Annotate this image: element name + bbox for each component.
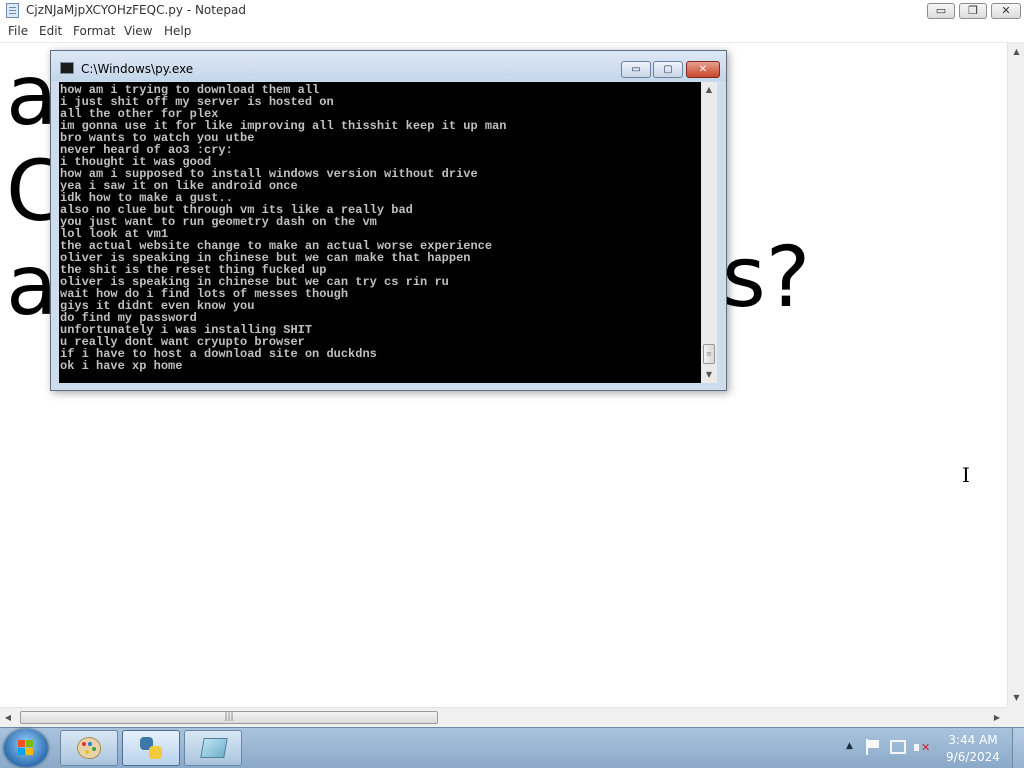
- console-maximize-button[interactable]: ▢: [653, 61, 683, 78]
- action-center-flag-icon[interactable]: [866, 739, 880, 755]
- horizontal-scroll-thumb[interactable]: |||: [20, 711, 438, 724]
- scroll-left-arrow-icon[interactable]: ◀: [0, 708, 16, 728]
- taskbar-button-notepad[interactable]: [184, 730, 242, 766]
- menu-help[interactable]: Help: [164, 24, 191, 38]
- console-window-title: C:\Windows\py.exe: [81, 62, 194, 76]
- ibeam-cursor-icon: I: [962, 463, 970, 487]
- menu-file[interactable]: File: [8, 24, 28, 38]
- notepad-close-button[interactable]: ✕: [991, 3, 1021, 19]
- notepad-restore-button[interactable]: ❐: [959, 3, 987, 19]
- clock-time[interactable]: 3:44 AM: [938, 733, 1008, 747]
- start-button[interactable]: [4, 729, 48, 767]
- console-vertical-scrollbar[interactable]: ▲ ≡ ▼: [701, 82, 717, 383]
- scroll-right-arrow-icon[interactable]: ▶: [989, 708, 1005, 728]
- console-scroll-up-arrow-icon[interactable]: ▲: [701, 82, 717, 98]
- console-close-button[interactable]: ✕: [686, 61, 720, 78]
- notepad-titlebar[interactable]: CjzNJaMjpXCYOHzFEQC.py - Notepad ▭ ❐ ✕: [0, 0, 1024, 23]
- scroll-up-arrow-icon[interactable]: ▲: [1008, 43, 1024, 60]
- notepad-vertical-scrollbar[interactable]: ▲ ▼: [1007, 43, 1024, 707]
- menu-view[interactable]: View: [124, 24, 152, 38]
- notepad-minimize-button[interactable]: ▭: [927, 3, 955, 19]
- notepad-menubar: File Edit Format View Help: [0, 22, 1024, 43]
- console-scroll-down-arrow-icon[interactable]: ▼: [701, 367, 717, 383]
- text-line-3-end: s?: [722, 228, 811, 326]
- python-icon: [140, 737, 162, 759]
- notepad-book-icon: [200, 738, 228, 758]
- network-icon[interactable]: [890, 740, 906, 754]
- show-hidden-icons-arrow-icon[interactable]: ▲: [846, 741, 853, 751]
- console-titlebar[interactable]: C:\Windows\py.exe ▭ ▢ ✕: [51, 51, 726, 81]
- console-line: ok i have xp home: [60, 359, 183, 373]
- taskbar-button-python[interactable]: [122, 730, 180, 766]
- scrollbar-corner: [1007, 707, 1024, 727]
- console-minimize-button[interactable]: ▭: [621, 61, 651, 78]
- console-scroll-thumb[interactable]: ≡: [703, 344, 715, 364]
- menu-edit[interactable]: Edit: [39, 24, 62, 38]
- taskbar: ▲ 3:44 AM 9/6/2024: [0, 727, 1024, 768]
- console-app-icon: [60, 62, 74, 74]
- notepad-window-title: CjzNJaMjpXCYOHzFEQC.py - Notepad: [26, 3, 246, 17]
- console-output-lines: how am i trying to download them all i ju…: [59, 82, 701, 372]
- menu-format[interactable]: Format: [73, 24, 115, 38]
- notepad-horizontal-scrollbar[interactable]: ◀ ||| ▶: [0, 707, 1007, 727]
- volume-muted-icon[interactable]: [914, 740, 930, 756]
- taskbar-button-paint[interactable]: [60, 730, 118, 766]
- paint-icon: [77, 737, 101, 759]
- show-desktop-button[interactable]: [1012, 728, 1024, 768]
- clock-date[interactable]: 9/6/2024: [938, 750, 1008, 764]
- console-output[interactable]: how am i trying to download them all i ju…: [59, 82, 701, 383]
- scroll-down-arrow-icon[interactable]: ▼: [1008, 689, 1024, 706]
- notepad-app-icon: [6, 3, 19, 18]
- console-window[interactable]: C:\Windows\py.exe ▭ ▢ ✕ how am i trying …: [50, 50, 727, 391]
